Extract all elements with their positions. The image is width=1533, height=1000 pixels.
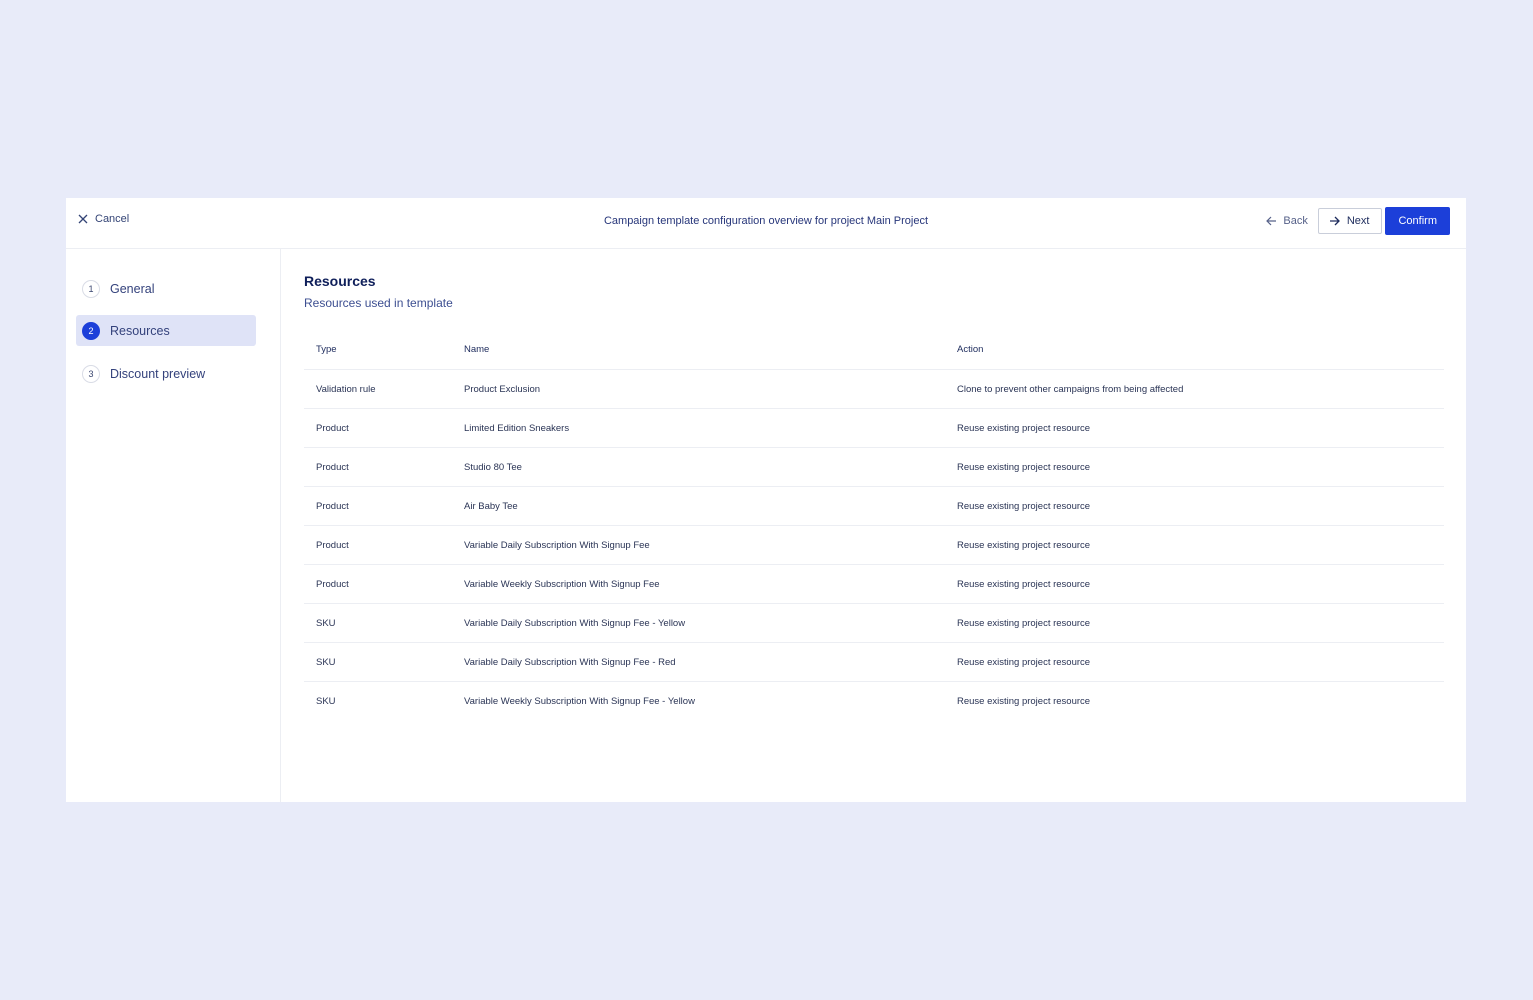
table-row: SKU Variable Daily Subscription With Sig… bbox=[304, 642, 1444, 682]
cell-type: Product bbox=[304, 447, 464, 487]
back-label: Back bbox=[1283, 215, 1308, 227]
step-resources[interactable]: 2 Resources bbox=[76, 315, 256, 346]
header-actions: Back Next Confirm bbox=[1266, 207, 1450, 235]
cell-name: Product Exclusion bbox=[464, 369, 957, 409]
table-row: Product Limited Edition Sneakers Reuse e… bbox=[304, 408, 1444, 448]
cell-action: Reuse existing project resource bbox=[957, 603, 1444, 643]
cell-name: Studio 80 Tee bbox=[464, 447, 957, 487]
column-header-name: Name bbox=[464, 329, 957, 370]
step-number: 3 bbox=[82, 364, 100, 383]
modal-header: Cancel Campaign template configuration o… bbox=[66, 198, 1466, 249]
cell-name: Variable Weekly Subscription With Signup… bbox=[464, 695, 695, 707]
cell-name: Air Baby Tee bbox=[464, 486, 957, 526]
steps-sidebar: 1 General 2 Resources 3 Discount preview bbox=[66, 249, 281, 802]
cell-type: Product bbox=[304, 486, 464, 526]
back-button[interactable]: Back bbox=[1266, 215, 1308, 227]
table-header-row: Type Name Action bbox=[304, 329, 1444, 370]
table-row: Product Variable Daily Subscription With… bbox=[304, 525, 1444, 565]
resources-table: Type Name Action Validation rule Product… bbox=[304, 329, 1444, 720]
page-title: Campaign template configuration overview… bbox=[603, 215, 929, 227]
step-label: Resources bbox=[110, 323, 170, 338]
arrow-left-icon bbox=[1266, 216, 1277, 226]
step-general[interactable]: 1 General bbox=[76, 273, 256, 304]
next-label: Next bbox=[1346, 215, 1370, 227]
cell-name: Limited Edition Sneakers bbox=[464, 408, 957, 448]
table-row: Product Studio 80 Tee Reuse existing pro… bbox=[304, 447, 1444, 487]
cell-action: Reuse existing project resource bbox=[957, 564, 1444, 604]
campaign-template-modal: Cancel Campaign template configuration o… bbox=[66, 198, 1466, 802]
next-button[interactable]: Next bbox=[1317, 208, 1383, 234]
cell-name: Variable Daily Subscription With Signup … bbox=[464, 642, 957, 682]
confirm-button[interactable]: Confirm bbox=[1385, 207, 1450, 235]
cell-type: Product bbox=[304, 564, 464, 604]
cell-action: Clone to prevent other campaigns from be… bbox=[957, 369, 1444, 409]
table-row: SKU Variable Daily Subscription With Sig… bbox=[304, 603, 1444, 643]
step-number: 1 bbox=[82, 279, 100, 298]
arrow-right-icon bbox=[1329, 216, 1340, 226]
step-label: General bbox=[110, 281, 155, 296]
cell-type: SKU bbox=[304, 603, 464, 643]
section-title: Resources bbox=[304, 273, 376, 289]
table-row: Product Variable Weekly Subscription Wit… bbox=[304, 564, 1444, 604]
column-header-action: Action bbox=[957, 329, 1444, 370]
step-label: Discount preview bbox=[110, 366, 206, 381]
cell-name: Variable Weekly Subscription With Signup… bbox=[464, 564, 957, 604]
cell-type: Validation rule bbox=[304, 369, 464, 409]
column-header-type: Type bbox=[304, 329, 464, 370]
cell-action: Reuse existing project resource bbox=[957, 525, 1444, 565]
section-subtitle: Resources used in template bbox=[304, 296, 453, 310]
table-row: Product Air Baby Tee Reuse existing proj… bbox=[304, 486, 1444, 526]
step-discount-preview[interactable]: 3 Discount preview bbox=[76, 358, 256, 389]
cell-name: Variable Daily Subscription With Signup … bbox=[464, 525, 957, 565]
cell-name: Variable Daily Subscription With Signup … bbox=[464, 603, 957, 643]
cell-action: Reuse existing project resource bbox=[957, 486, 1444, 526]
table-row: SKU Variable Weekly Subscription With Si… bbox=[304, 682, 1444, 721]
cell-type: Product bbox=[304, 525, 464, 565]
main-content: Resources Resources used in template Typ… bbox=[304, 249, 1444, 802]
cell-type: SKU bbox=[316, 695, 336, 707]
table-row: Validation rule Product Exclusion Clone … bbox=[304, 369, 1444, 409]
cell-action: Reuse existing project resource bbox=[957, 642, 1444, 682]
cell-type: Product bbox=[304, 408, 464, 448]
cell-type: SKU bbox=[304, 642, 464, 682]
cell-action: Reuse existing project resource bbox=[957, 695, 1091, 707]
cell-action: Reuse existing project resource bbox=[957, 408, 1444, 448]
step-number: 2 bbox=[82, 321, 100, 340]
cell-action: Reuse existing project resource bbox=[957, 447, 1444, 487]
